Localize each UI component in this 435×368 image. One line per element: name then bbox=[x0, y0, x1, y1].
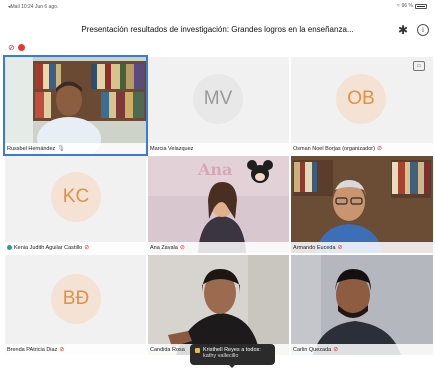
participant-name: Ana Zavala bbox=[150, 244, 178, 251]
participant-name: Osman Noel Borjas (organizador) bbox=[293, 145, 375, 152]
chat-notification[interactable]: Kristhell Reyes a todos: kathy vallecill… bbox=[190, 344, 275, 365]
participant-avatar: OB bbox=[336, 74, 386, 124]
wall-decoration-text: Ana bbox=[198, 160, 233, 179]
participant-name: Kenia Judith Aguilar Castillo bbox=[14, 244, 83, 251]
meeting-title[interactable]: Presentación resultados de investigación… bbox=[0, 25, 435, 34]
participant-name-bar: Marcia Velazquez bbox=[148, 143, 289, 154]
participant-tile[interactable]: MV Marcia Velazquez bbox=[148, 57, 289, 154]
participant-tile[interactable]: Candida Rosa bbox=[148, 255, 289, 355]
participant-name-bar: Carlin Quezada ⊘ bbox=[291, 344, 433, 355]
chat-message: kathy vallecillo bbox=[203, 353, 239, 359]
participant-tile[interactable]: BĐ Brenda PAtricia Diaz ⊘ bbox=[5, 255, 146, 355]
mic-muted-icon: ⊘ bbox=[333, 347, 339, 353]
mic-muted-icon: ⊘ bbox=[337, 245, 343, 251]
participant-name: Armando Euceda bbox=[293, 244, 336, 251]
participant-avatar: BĐ bbox=[51, 274, 101, 324]
status-right: ≈ 96 % bbox=[397, 3, 427, 9]
participant-name: Brenda PAtricia Diaz bbox=[7, 346, 58, 353]
participant-name: Russbel Hernández bbox=[7, 145, 56, 152]
participant-name: Carlin Quezada bbox=[293, 346, 332, 353]
participant-name-bar: Brenda PAtricia Diaz ⊘ bbox=[5, 344, 146, 355]
participant-tile[interactable]: Ana Ana Zavala ⊘ bbox=[148, 156, 289, 253]
mic-muted-icon: ⊘ bbox=[179, 245, 185, 251]
meeting-badges: ⊘ bbox=[8, 44, 25, 52]
participant-tile[interactable]: Armando Euceda ⊘ bbox=[291, 156, 433, 253]
participant-video bbox=[291, 156, 433, 253]
battery-icon bbox=[415, 3, 427, 9]
participant-video bbox=[5, 57, 146, 154]
status-left-text: ◂Mail 10:24 Jun 6 ago. bbox=[8, 4, 59, 10]
participant-video bbox=[148, 255, 289, 355]
participant-name: Candida Rosa bbox=[150, 346, 185, 353]
participant-name: Marcia Velazquez bbox=[150, 145, 194, 152]
mic-muted-icon: ⊘ bbox=[84, 245, 90, 251]
recording-icon bbox=[17, 44, 25, 51]
status-bar: ◂Mail 10:24 Jun 6 ago. ≈ 96 % bbox=[0, 0, 435, 14]
participant-tile[interactable]: KC Kenia Judith Aguilar Castillo ⊘ bbox=[5, 156, 146, 253]
participant-tile[interactable]: ▭ OB Osman Noel Borjas (organizador) ⊘ bbox=[291, 57, 433, 154]
mic-on-icon: 🎙︎ bbox=[57, 146, 65, 152]
participant-video bbox=[291, 255, 433, 355]
participant-tile[interactable]: Russbel Hernández 🎙︎ bbox=[3, 55, 148, 156]
bluetooth-icon[interactable]: ✱ bbox=[398, 23, 408, 37]
mic-muted-icon[interactable]: ⊘ bbox=[8, 44, 15, 52]
participant-name-bar: Kenia Judith Aguilar Castillo ⊘ bbox=[5, 242, 146, 253]
chat-icon bbox=[195, 347, 200, 353]
participant-avatar: KC bbox=[51, 172, 101, 222]
participant-name-bar: Ana Zavala ⊘ bbox=[148, 242, 289, 253]
participant-name-bar: Armando Euceda ⊘ bbox=[291, 242, 433, 253]
info-icon[interactable]: i bbox=[417, 24, 429, 36]
wifi-icon: ≈ bbox=[396, 3, 400, 9]
mic-muted-icon: ⊘ bbox=[376, 146, 382, 152]
meeting-header: Presentación resultados de investigación… bbox=[0, 14, 435, 48]
battery-percent: 96 % bbox=[401, 3, 413, 9]
pin-icon[interactable]: ▭ bbox=[413, 61, 425, 71]
participant-avatar: MV bbox=[193, 74, 243, 124]
participant-name-bar: Russbel Hernández 🎙︎ bbox=[5, 143, 146, 154]
participant-name-bar: Osman Noel Borjas (organizador) ⊘ bbox=[291, 143, 433, 154]
participant-tile[interactable]: Carlin Quezada ⊘ bbox=[291, 255, 433, 355]
online-status-icon bbox=[7, 245, 12, 250]
mic-muted-icon: ⊘ bbox=[59, 347, 65, 353]
